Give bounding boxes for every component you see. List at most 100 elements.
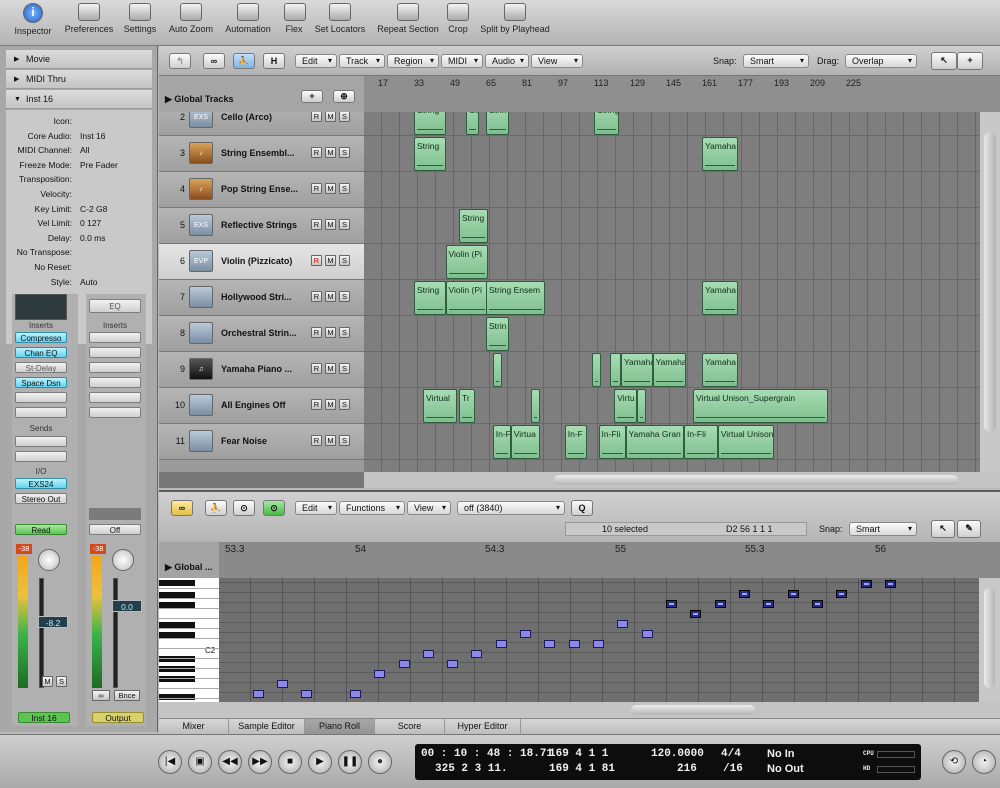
go-to-start-icon[interactable]: |◀ — [158, 750, 182, 774]
param-row[interactable]: Vel Limit: 0 127 — [6, 216, 152, 230]
tuner-icon[interactable]: ◔ — [972, 750, 996, 774]
send-slot[interactable] — [15, 451, 67, 462]
midi-note[interactable] — [447, 660, 459, 668]
inspector-movie-section[interactable]: Movie — [6, 50, 152, 69]
toolbar-flex-button[interactable]: Flex — [284, 3, 306, 34]
insert-slot-empty[interactable] — [89, 332, 141, 343]
solo-button[interactable]: S — [339, 219, 350, 230]
volume-readout[interactable]: 0.0 — [112, 600, 142, 612]
hide-button[interactable]: H — [263, 53, 285, 69]
insert-slot-empty[interactable] — [89, 392, 141, 403]
add-track-icon[interactable]: + — [301, 90, 323, 103]
midi-region[interactable]: Violin (Pi — [445, 245, 489, 279]
editor-vscroll[interactable] — [979, 578, 1000, 702]
param-row[interactable]: Delay: 0.0 ms — [6, 231, 152, 245]
solo-button[interactable]: S — [339, 399, 350, 410]
record-enable-button[interactable]: R — [311, 435, 322, 446]
midi-region[interactable]: In-F — [564, 425, 588, 459]
channel-name-inst16[interactable]: Inst 16 — [18, 712, 70, 723]
record-enable-button[interactable]: R — [311, 399, 322, 410]
midi-region[interactable]: Virtua — [510, 425, 540, 459]
midi-region[interactable]: String — [414, 281, 446, 315]
midi-region[interactable]: Yamaha — [652, 353, 687, 387]
record-enable-button[interactable]: R — [311, 219, 322, 230]
midi-note[interactable] — [666, 600, 678, 608]
mute-button[interactable]: M — [325, 327, 336, 338]
drag-popup[interactable]: Overlap — [845, 54, 917, 68]
track-header[interactable]: 11 Fear Noise R M S — [159, 424, 364, 460]
quantize-button[interactable]: Q — [571, 500, 593, 516]
track-header[interactable]: 2 EXS Cello (Arco) R M S — [159, 112, 364, 136]
midi-note[interactable] — [422, 650, 434, 658]
input-slot[interactable]: EXS24 — [15, 478, 67, 489]
stop-icon[interactable]: ■ — [278, 750, 302, 774]
mute-button[interactable]: M — [325, 363, 336, 374]
param-value[interactable]: All — [80, 143, 150, 157]
link-icon[interactable]: ∞ — [203, 53, 225, 69]
rewind-icon[interactable]: ◀◀ — [218, 750, 242, 774]
param-value[interactable]: C-2 G8 — [80, 202, 150, 216]
solo-button[interactable]: S — [339, 112, 350, 122]
inspector-inst16-section[interactable]: Inst 16 — [6, 90, 152, 109]
midi-region[interactable] — [591, 353, 601, 387]
record-enable-button[interactable]: R — [311, 147, 322, 158]
menu-edit[interactable]: Edit — [295, 54, 337, 68]
param-value[interactable]: Pre Fader — [80, 158, 150, 172]
mute-button[interactable]: M — [325, 112, 336, 122]
midi-note[interactable] — [398, 660, 410, 668]
record-enable-button[interactable]: R — [311, 112, 322, 122]
note-grid[interactable] — [219, 578, 979, 702]
solo-button[interactable]: S — [339, 183, 350, 194]
insert-slot-empty[interactable] — [15, 392, 67, 403]
insert-slot-empty[interactable] — [89, 362, 141, 373]
insert-slot-st-delay[interactable]: St-Delay — [15, 362, 67, 373]
bounce-button[interactable]: Bnce — [114, 690, 140, 701]
menu-track[interactable]: Track — [339, 54, 385, 68]
midi-region[interactable]: Violin (Pi — [445, 281, 489, 315]
link-icon[interactable]: ∞ — [92, 690, 110, 701]
back-arrow-icon[interactable]: ↰ — [169, 53, 191, 69]
param-value[interactable]: Inst 16 — [80, 129, 150, 143]
toolbar-split-button[interactable]: Split by Playhead — [476, 3, 554, 34]
black-key[interactable] — [159, 694, 195, 700]
midi-region[interactable]: String — [459, 209, 489, 243]
midi-region[interactable] — [531, 389, 540, 423]
param-row[interactable]: Key Limit: C-2 G8 — [6, 202, 152, 216]
midi-region[interactable]: Virtual Unison — [717, 425, 774, 459]
menu-view[interactable]: View — [531, 54, 583, 68]
vertical-scrollbar[interactable] — [980, 112, 1000, 472]
midi-region[interactable] — [609, 353, 621, 387]
pointer-tool-icon[interactable]: ↖ — [931, 52, 957, 70]
automation-mode-button[interactable]: Read — [15, 524, 67, 535]
editor-menu-edit[interactable]: Edit — [295, 501, 337, 515]
editor-menu-view[interactable]: View — [407, 501, 451, 515]
mute-button[interactable]: M — [325, 219, 336, 230]
record-enable-button[interactable]: R — [311, 183, 322, 194]
midi-note[interactable] — [763, 600, 775, 608]
piano-keyboard[interactable]: C2 — [159, 578, 219, 702]
midi-note[interactable] — [593, 640, 605, 648]
mute-button[interactable]: M — [325, 435, 336, 446]
midi-in-icon[interactable]: ⊙ — [263, 500, 285, 516]
midi-note[interactable] — [374, 670, 386, 678]
midi-note[interactable] — [568, 640, 580, 648]
record-enable-button[interactable]: R — [311, 255, 322, 266]
send-slot[interactable] — [15, 436, 67, 447]
midi-region[interactable]: Yamaha — [702, 137, 738, 171]
eq-display[interactable] — [15, 294, 67, 320]
insert-slot-compressor[interactable]: Compresso — [15, 332, 67, 343]
mute-button[interactable]: M — [42, 676, 53, 687]
midi-region[interactable]: String — [414, 112, 446, 135]
midi-note[interactable] — [495, 640, 507, 648]
insert-slot-empty[interactable] — [89, 347, 141, 358]
tab-piano-roll[interactable]: Piano Roll — [305, 719, 375, 735]
midi-region[interactable]: String — [594, 112, 619, 135]
mute-button[interactable]: M — [325, 255, 336, 266]
menu-midi[interactable]: MIDI — [441, 54, 483, 68]
editor-hscroll-thumb[interactable] — [631, 705, 755, 715]
global-tracks-toggle[interactable]: ▶ Global Tracks — [165, 94, 233, 105]
midi-region[interactable]: Strin — [486, 112, 509, 135]
black-key[interactable] — [159, 656, 195, 662]
horizontal-scrollbar[interactable] — [364, 472, 1000, 488]
midi-region[interactable]: Yamaha — [702, 353, 738, 387]
